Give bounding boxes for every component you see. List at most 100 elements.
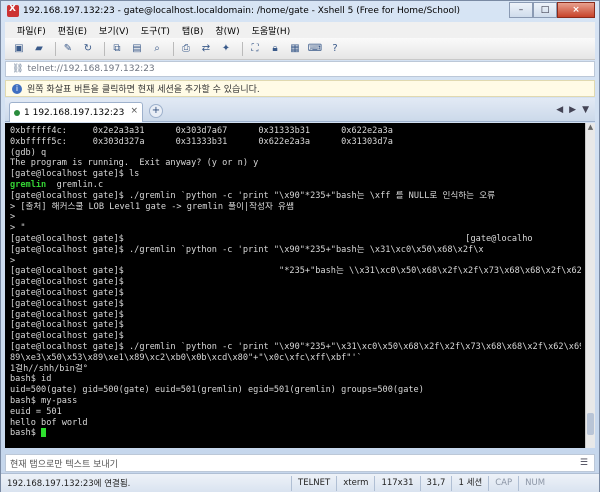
terminal-line: > [출처] 해커스쿨 LOB Level1 gate -> gremlin 풀… [10, 201, 294, 212]
minimize-button[interactable]: – [509, 2, 533, 18]
compose-input[interactable]: 현재 탭으로만 텍스트 보내기 [10, 457, 118, 470]
compose-menu-icon[interactable]: ☰ [580, 458, 588, 468]
terminal-line: [gate@localhost gate]$ [10, 331, 124, 342]
terminal-line: hello bof world [10, 417, 88, 428]
print-icon[interactable]: ⎙ [178, 41, 194, 57]
toolbar-separator [55, 41, 56, 56]
script-icon[interactable]: ✦ [218, 41, 234, 57]
paste-icon[interactable]: ▤ [129, 41, 145, 57]
tab-label: 1 192.168.197.132:23 [24, 107, 125, 118]
terminal-line: [gate@localhost gate]$ [10, 277, 124, 288]
terminal-line: > [10, 212, 16, 223]
address-value: telnet://192.168.197.132:23 [27, 64, 155, 74]
scroll-up-icon[interactable]: ▲ [586, 123, 595, 133]
terminal-line: 1걸h//shh/bin걸° [10, 363, 88, 374]
status-caps: CAP [488, 475, 518, 491]
menu-window[interactable]: 창(W) [215, 24, 239, 37]
help-icon[interactable]: ? [327, 41, 343, 57]
terminal-line: [gate@localhost gate]$ [gate@localho [10, 233, 533, 244]
transfer-icon[interactable]: ⇄ [198, 41, 214, 57]
ls-output-line: gremlin gremlin.c [10, 180, 581, 191]
properties-icon[interactable]: ✎ [60, 41, 76, 57]
menu-help[interactable]: 도움말(H) [252, 24, 291, 37]
terminal-line: The program is running. Exit anyway? (y … [10, 158, 259, 169]
toolbar-separator [104, 41, 105, 56]
open-folder-icon[interactable]: ▰ [31, 41, 47, 57]
terminal-line: bash$ id [10, 374, 52, 385]
tab-session-1[interactable]: 1 192.168.197.132:23 × [9, 102, 143, 122]
tab-prev-icon[interactable]: ◀ [556, 105, 563, 115]
terminal-line: [gate@localhost gate]$ [10, 320, 124, 331]
terminal-line: 0xbfffff5c: 0x303d327a 0x31333b31 0x622e… [10, 136, 393, 147]
tab-next-icon[interactable]: ▶ [569, 105, 576, 115]
xshell-window: 192.168.197.132:23 - gate@localhost.loca… [0, 0, 600, 492]
session-info-bar: i 왼쪽 화살표 버튼을 클릭하면 현재 세션을 추가할 수 있습니다. [5, 80, 595, 97]
status-cursor-position: 31,7 [419, 475, 452, 491]
terminal-line: 89\xe3\x50\x53\x89\xe1\x89\xc2\xb0\x0b\x… [10, 352, 362, 363]
connection-status: 192.168.197.132:23에 연결됨. [7, 479, 131, 489]
menu-view[interactable]: 보기(V) [99, 24, 129, 37]
info-text: 왼쪽 화살표 버튼을 클릭하면 현재 세션을 추가할 수 있습니다. [27, 85, 260, 95]
window-controls: – □ × [509, 2, 595, 18]
keyboard-icon[interactable]: ⌨ [307, 41, 323, 57]
status-terminal-size: 117x31 [374, 475, 419, 491]
find-icon[interactable]: ⌕ [149, 41, 165, 57]
terminal-line: > [10, 255, 16, 266]
status-session-count: 1 세션 [451, 475, 488, 491]
maximize-button[interactable]: □ [533, 2, 557, 18]
menu-tools[interactable]: 도구(T) [141, 24, 170, 37]
terminal-area[interactable]: 0xbfffff4c: 0x2e2a3a31 0x303d7a67 0x3133… [5, 123, 585, 448]
tab-close-icon[interactable]: × [130, 106, 138, 116]
copy-icon[interactable]: ⧉ [109, 41, 125, 57]
window-title: 192.168.197.132:23 - gate@localhost.loca… [23, 6, 460, 16]
fullscreen-icon[interactable]: ⛶ [247, 41, 263, 57]
terminal-line: > " [10, 223, 26, 234]
terminal-line: [gate@localhost gate]$ ls [10, 169, 140, 180]
lock-icon[interactable]: 🔒︎ [267, 41, 283, 57]
compose-bar[interactable]: 현재 탭으로만 텍스트 보내기 ☰ [5, 454, 595, 472]
xshell-app-icon [7, 4, 19, 17]
terminal-line: [gate@localhost gate]$ ./gremlin `python… [10, 190, 496, 201]
terminal-scrollbar[interactable]: ▲ [585, 123, 595, 448]
tab-bar: 1 192.168.197.132:23 × + ◀ ▶ ▼ [5, 98, 595, 122]
terminal-line: bash$ my-pass [10, 395, 78, 406]
new-session-icon[interactable]: ▣ [11, 41, 27, 57]
tab-list-icon[interactable]: ▼ [582, 105, 589, 115]
address-bar[interactable]: ⛓ telnet://192.168.197.132:23 [5, 61, 595, 77]
ls-item-gremlin-c: gremlin.c [56, 179, 104, 190]
new-tab-button[interactable]: + [149, 104, 163, 118]
toolbar-separator [242, 41, 243, 56]
connected-status-icon [14, 109, 20, 116]
reconnect-icon[interactable]: ↻ [80, 41, 96, 57]
link-icon: ⛓ [12, 64, 24, 74]
terminal-line: euid = 501 [10, 406, 62, 417]
terminal-line: [gate@localhost gate]$ ./gremlin `python… [10, 244, 484, 255]
terminal-line: [gate@localhost gate]$ [10, 287, 124, 298]
terminal-line: [gate@localhost gate]$ "*235+"bash는 \\x3… [10, 266, 581, 277]
scrollbar-thumb[interactable] [587, 413, 594, 435]
layout-icon[interactable]: ▦ [287, 41, 303, 57]
prompt-line: bash$ [10, 428, 581, 439]
terminal-cursor [41, 428, 47, 438]
status-num: NUM [518, 475, 551, 491]
terminal-line: [gate@localhost gate]$ [10, 309, 124, 320]
tab-navigation: ◀ ▶ ▼ [550, 105, 589, 115]
terminal-line: 0xbfffff4c: 0x2e2a3a31 0x303d7a67 0x3133… [10, 126, 393, 136]
status-protocol: TELNET [291, 475, 336, 491]
menu-file[interactable]: 파일(F) [17, 24, 46, 37]
terminal-line: [gate@localhost gate]$ ./gremlin `python… [10, 341, 581, 352]
info-icon: i [12, 83, 22, 94]
prompt-text: bash$ [10, 428, 42, 439]
close-button[interactable]: × [557, 2, 595, 18]
terminal-line: uid=500(gate) gid=500(gate) euid=501(gre… [10, 385, 424, 396]
title-bar: 192.168.197.132:23 - gate@localhost.loca… [1, 1, 599, 21]
menu-bar: 파일(F) 편집(E) 보기(V) 도구(T) 탭(B) 창(W) 도움말(H) [5, 22, 595, 38]
ls-item-gremlin: gremlin [10, 179, 47, 190]
status-bar: 192.168.197.132:23에 연결됨. TELNET xterm 11… [1, 473, 599, 492]
status-terminal-type: xterm [336, 475, 374, 491]
menu-edit[interactable]: 편집(E) [58, 24, 87, 37]
toolbar-separator [173, 41, 174, 56]
terminal-line: [gate@localhost gate]$ [10, 298, 124, 309]
toolbar: ▣ ▰ ✎ ↻ ⧉ ▤ ⌕ ⎙ ⇄ ✦ ⛶ 🔒︎ ▦ ⌨ ? [5, 38, 595, 60]
menu-tab[interactable]: 탭(B) [182, 24, 203, 37]
